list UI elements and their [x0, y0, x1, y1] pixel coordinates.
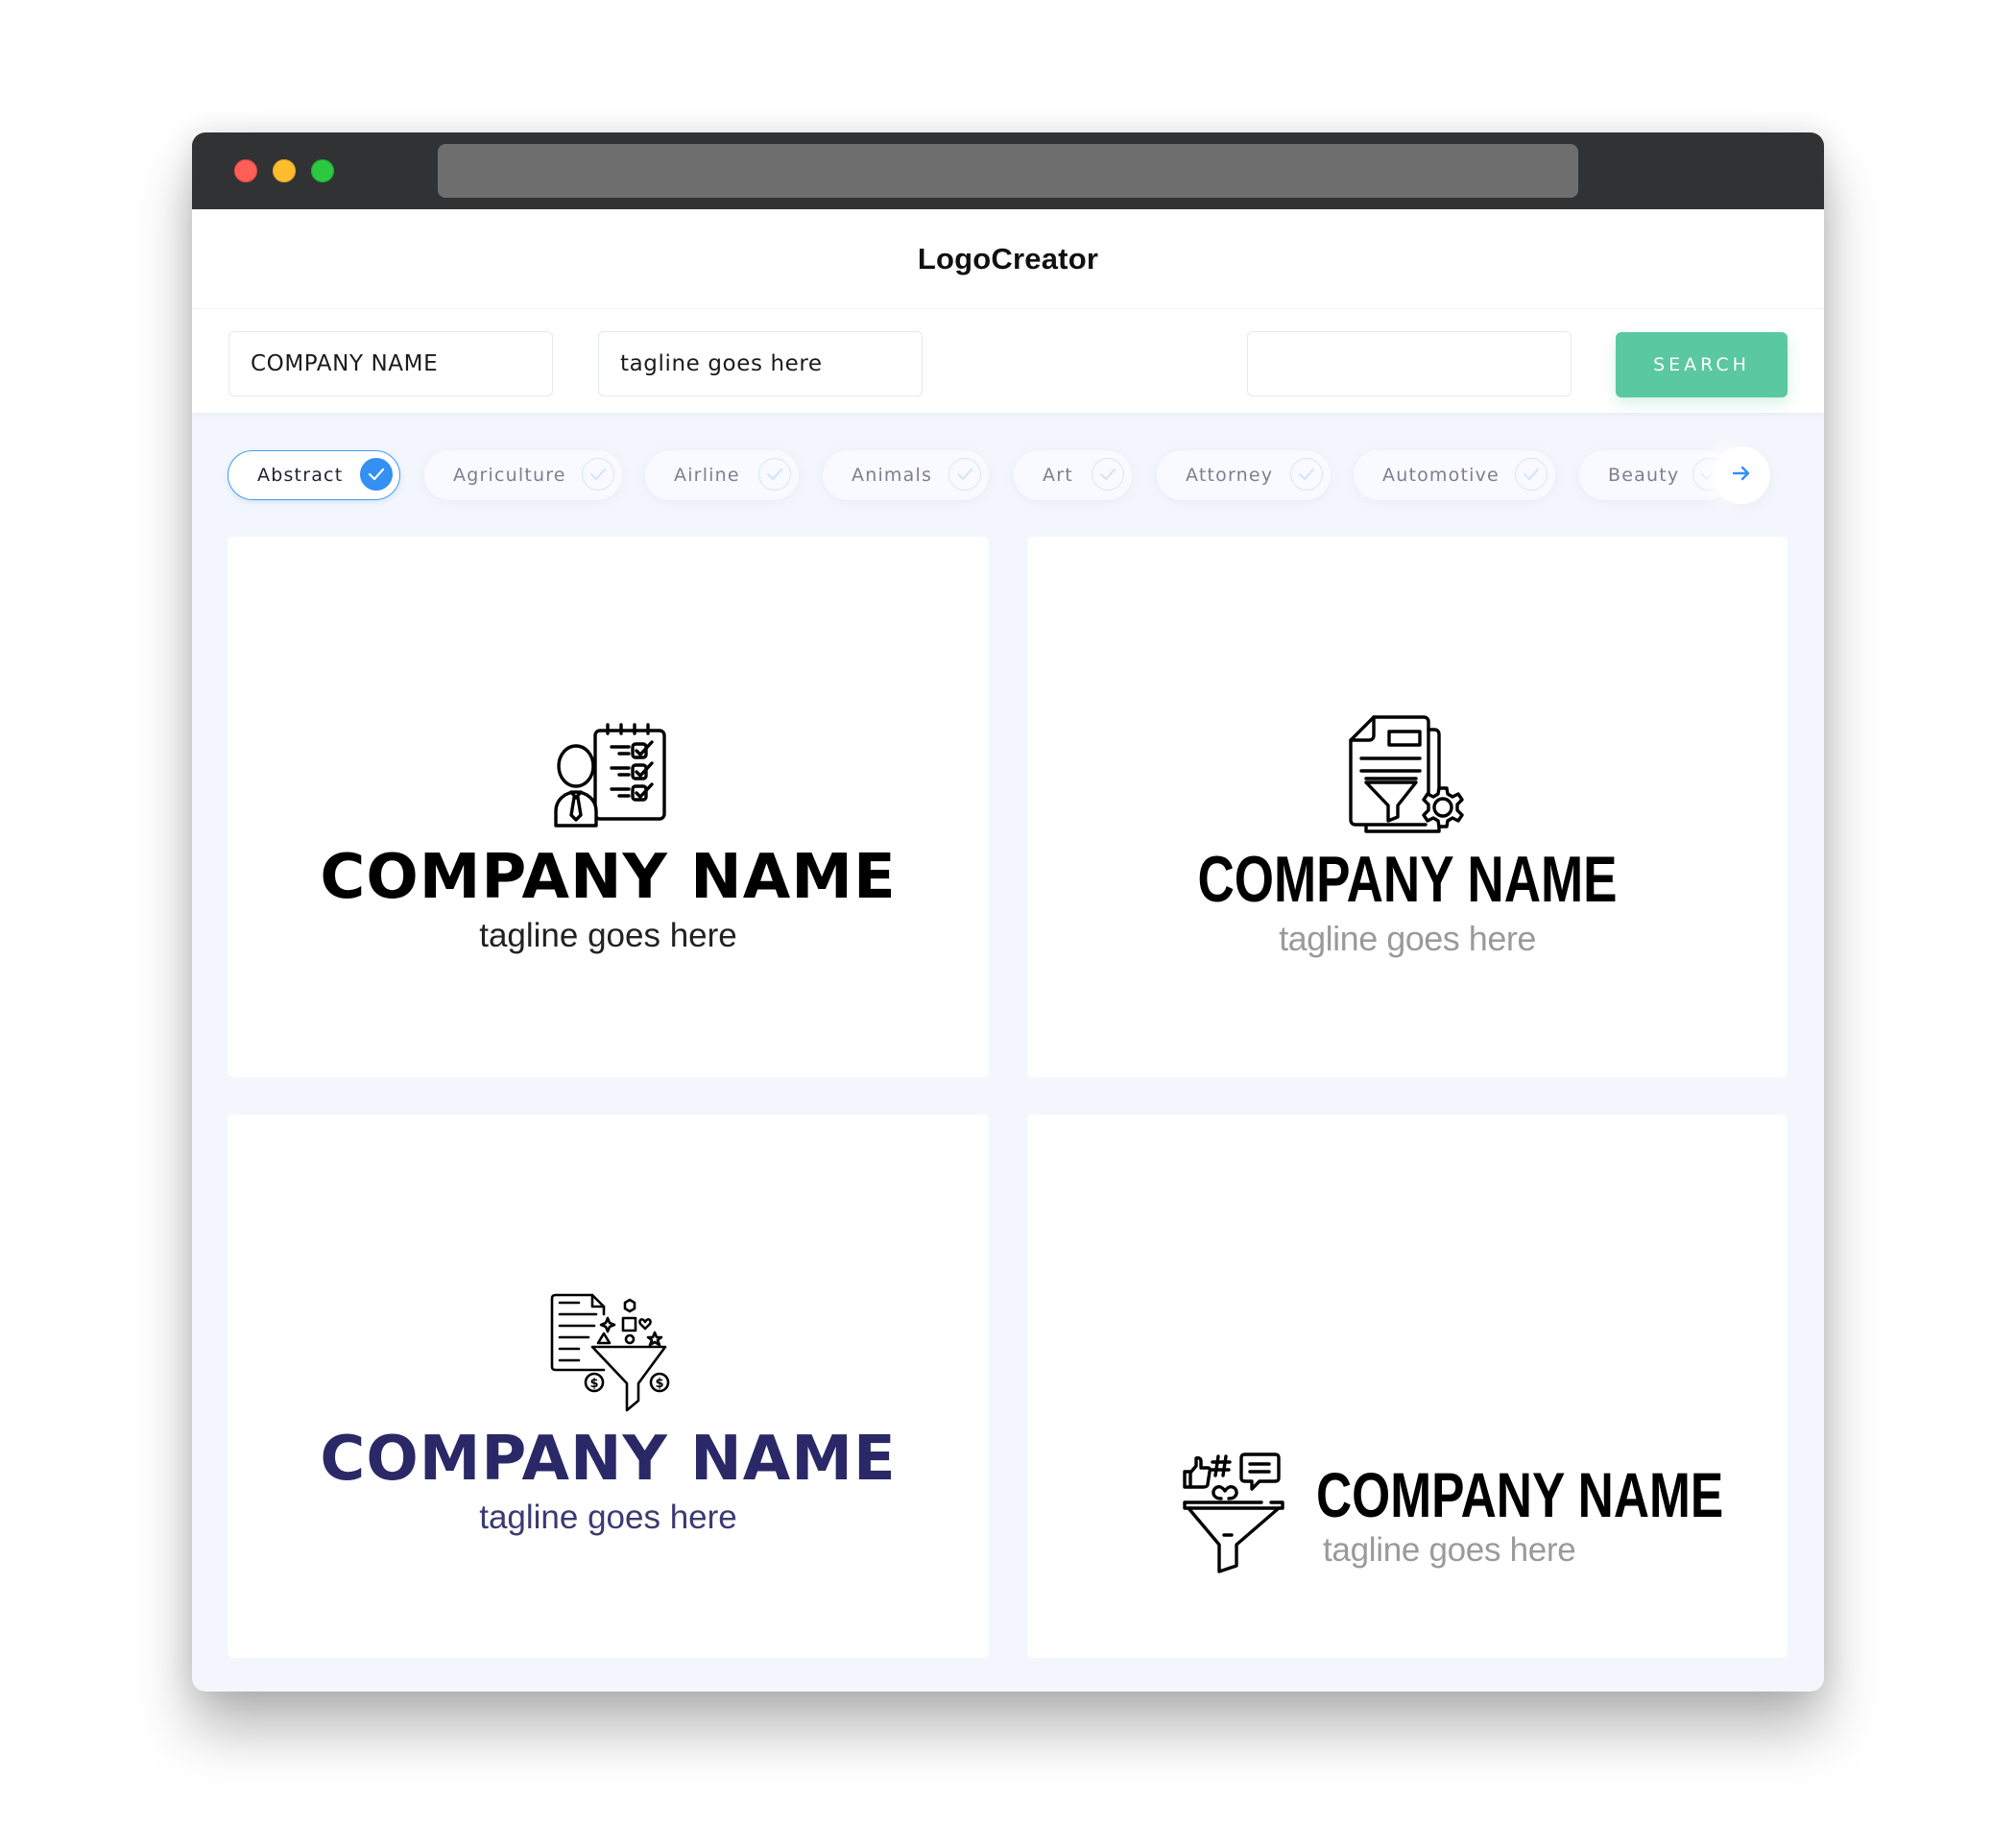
search-bar: SEARCH	[192, 308, 1824, 413]
category-chip-attorney[interactable]: Attorney	[1157, 450, 1331, 500]
logo-company-name: COMPANY NAME	[1197, 843, 1618, 916]
address-bar[interactable]	[438, 144, 1578, 198]
arrow-right-icon	[1732, 466, 1751, 485]
check-icon	[1092, 458, 1124, 491]
category-chip-automotive[interactable]: Automotive	[1354, 450, 1555, 500]
svg-text:$: $	[655, 1377, 663, 1391]
category-label: Agriculture	[453, 465, 566, 486]
logo-card[interactable]: COMPANY NAME tagline goes here	[1027, 537, 1788, 1077]
check-icon	[582, 458, 614, 491]
document-funnel-gear-icon	[1349, 715, 1464, 833]
logo-company-name: COMPANY NAME	[320, 1424, 897, 1495]
maximize-window-button[interactable]	[311, 159, 334, 182]
logo-company-name: COMPANY NAME	[320, 842, 897, 913]
tagline-input[interactable]	[598, 331, 923, 396]
category-chip-art[interactable]: Art	[1014, 450, 1132, 500]
logo-tagline: tagline goes here	[479, 1499, 737, 1536]
category-chip-airline[interactable]: Airline	[645, 450, 799, 500]
minimize-window-button[interactable]	[273, 159, 296, 182]
category-label: Beauty	[1608, 465, 1680, 486]
category-label: Animals	[852, 465, 933, 486]
check-icon	[1515, 458, 1548, 491]
category-filter-bar: Abstract Agriculture Airline Animals Art	[192, 412, 1824, 517]
category-chip-agriculture[interactable]: Agriculture	[424, 450, 622, 500]
svg-text:$: $	[589, 1377, 598, 1391]
category-chip-beauty[interactable]: Beauty	[1579, 450, 1733, 500]
category-chip-animals[interactable]: Animals	[823, 450, 989, 500]
category-chip-abstract[interactable]: Abstract	[228, 450, 400, 500]
check-icon	[1290, 458, 1323, 491]
keyword-input[interactable]	[1247, 331, 1572, 396]
app-header: LogoCreator	[192, 209, 1824, 308]
document-shapes-funnel-dollar-icon: $ $	[550, 1293, 670, 1412]
app-title[interactable]: LogoCreator	[918, 242, 1098, 276]
close-window-button[interactable]	[234, 159, 257, 182]
logo-card[interactable]: COMPANY NAME tagline goes here	[1027, 1115, 1788, 1658]
browser-window: LogoCreator SEARCH Abstract Agriculture …	[192, 132, 1824, 1692]
category-label: Art	[1043, 465, 1073, 486]
logo-tagline: tagline goes here	[479, 917, 737, 954]
check-icon	[360, 458, 393, 491]
person-checklist-icon	[554, 723, 666, 828]
social-media-funnel-icon	[1183, 1452, 1284, 1573]
browser-titlebar	[192, 132, 1824, 209]
logo-tagline: tagline goes here	[1279, 919, 1536, 958]
logo-card[interactable]: COMPANY NAME tagline goes here	[228, 537, 989, 1077]
logo-company-name: COMPANY NAME	[1316, 1459, 1724, 1530]
search-button[interactable]: SEARCH	[1616, 332, 1788, 397]
logo-tagline: tagline goes here	[1323, 1531, 1576, 1569]
check-icon	[758, 458, 791, 491]
category-label: Abstract	[257, 465, 344, 486]
next-categories-button[interactable]	[1713, 446, 1770, 504]
category-label: Attorney	[1186, 465, 1274, 486]
category-label: Automotive	[1382, 465, 1500, 486]
logo-card[interactable]: $ $ COMPANY NAME tagline goes here	[228, 1115, 989, 1658]
company-name-input[interactable]	[228, 331, 553, 396]
category-label: Airline	[674, 465, 740, 486]
check-icon	[948, 458, 981, 491]
